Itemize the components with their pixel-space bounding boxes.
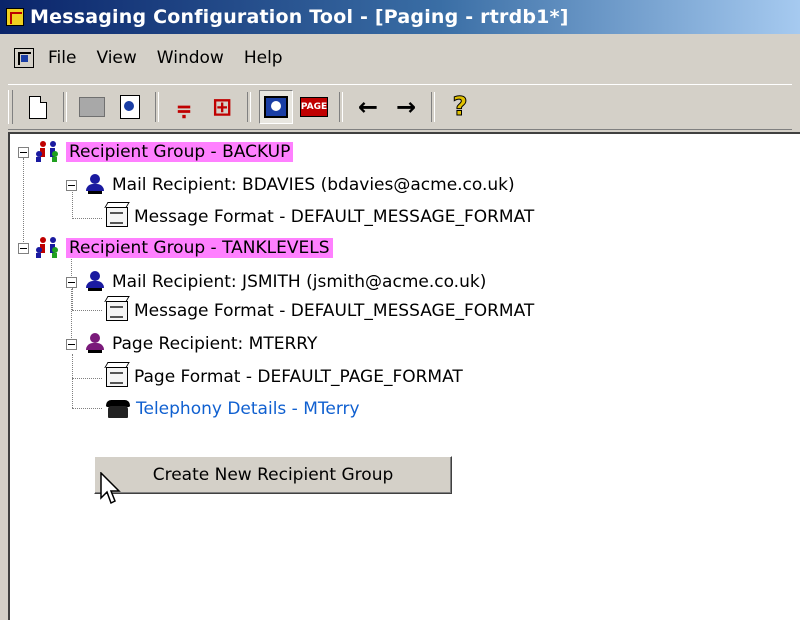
- page-recipient-icon: [84, 333, 106, 355]
- toolbar-separator: [339, 92, 343, 122]
- document-blue-icon: [120, 95, 140, 119]
- document-blue-button[interactable]: [113, 90, 147, 124]
- menu-bar: File View Window Help: [0, 40, 800, 76]
- toolbar-separator: [155, 92, 159, 122]
- collapse-toggle[interactable]: [18, 243, 29, 254]
- forward-arrow-icon: →: [395, 93, 417, 121]
- menu-help[interactable]: Help: [234, 48, 293, 68]
- tree-node-message-format-1[interactable]: Message Format - DEFAULT_MESSAGE_FORMAT: [106, 204, 534, 230]
- tree-node-label: Recipient Group - BACKUP: [66, 142, 294, 162]
- page-gray-button[interactable]: [75, 90, 109, 124]
- tree-line: [23, 158, 24, 252]
- message-format-icon: [106, 301, 128, 321]
- tree-node-label: Page Recipient: MTERRY: [112, 334, 318, 354]
- page-gray-icon: [79, 97, 105, 117]
- page-icon: PAGE: [300, 97, 328, 117]
- tree-node-label: Message Format - DEFAULT_MESSAGE_FORMAT: [134, 301, 535, 321]
- tree-line: [72, 192, 73, 219]
- recipient-group-icon: [34, 237, 62, 259]
- tree-node-page-format[interactable]: Page Format - DEFAULT_PAGE_FORMAT: [106, 364, 463, 390]
- tree-node-label: Page Format - DEFAULT_PAGE_FORMAT: [134, 367, 463, 387]
- help-button[interactable]: ?: [443, 90, 477, 124]
- red-tool-2-button[interactable]: ⊞: [205, 90, 239, 124]
- red-tool-icon: ⩦: [176, 93, 192, 121]
- tree-line: [72, 408, 102, 409]
- collapse-toggle[interactable]: [66, 180, 77, 191]
- toolbar: ⩦ ⊞ PAGE ← → ?: [8, 84, 792, 130]
- red-tool-button[interactable]: ⩦: [167, 90, 201, 124]
- window-title: Messaging Configuration Tool - [Paging -…: [30, 6, 569, 28]
- tree-node-label: Message Format - DEFAULT_MESSAGE_FORMAT: [134, 207, 535, 227]
- document-menu-icon[interactable]: [14, 48, 34, 68]
- new-document-icon: [29, 95, 47, 119]
- picture-blue-button[interactable]: [259, 90, 293, 124]
- page-button[interactable]: PAGE: [297, 90, 331, 124]
- tree-node-label: Telephony Details - MTerry: [136, 399, 360, 419]
- toolbar-separator: [63, 92, 67, 122]
- tree-node-group-tanklevels[interactable]: Recipient Group - TANKLEVELS: [34, 235, 333, 261]
- back-button[interactable]: ←: [351, 90, 385, 124]
- mail-recipient-icon: [84, 174, 106, 196]
- tree-node-telephony[interactable]: Telephony Details - MTerry: [106, 396, 360, 422]
- menu-view[interactable]: View: [86, 48, 146, 68]
- mail-recipient-icon: [84, 271, 106, 293]
- new-button[interactable]: [21, 90, 55, 124]
- tree-node-label: Mail Recipient: JSMITH (jsmith@acme.co.u…: [112, 272, 487, 292]
- recipient-group-icon: [34, 141, 62, 163]
- message-format-icon: [106, 207, 128, 227]
- red-tool-2-icon: ⊞: [211, 93, 233, 121]
- tree-line: [72, 310, 102, 311]
- app-icon[interactable]: [6, 8, 24, 26]
- tree-line: [72, 288, 73, 310]
- help-icon: ?: [452, 92, 468, 122]
- title-bar[interactable]: Messaging Configuration Tool - [Paging -…: [0, 0, 800, 34]
- tree-node-mail-bdavies[interactable]: Mail Recipient: BDAVIES (bdavies@acme.co…: [84, 172, 515, 198]
- tree-line: [72, 378, 102, 379]
- tree-node-label: Recipient Group - TANKLEVELS: [66, 238, 333, 258]
- forward-button[interactable]: →: [389, 90, 423, 124]
- collapse-toggle[interactable]: [66, 277, 77, 288]
- tree-node-mail-jsmith[interactable]: Mail Recipient: JSMITH (jsmith@acme.co.u…: [84, 269, 486, 295]
- toolbar-separator: [431, 92, 435, 122]
- picture-blue-icon: [264, 96, 288, 118]
- tree-node-page-mterry[interactable]: Page Recipient: MTERRY: [84, 331, 317, 357]
- toolbar-grip[interactable]: [8, 90, 13, 124]
- back-arrow-icon: ←: [357, 93, 379, 121]
- collapse-toggle[interactable]: [18, 147, 29, 158]
- create-new-recipient-group-button[interactable]: Create New Recipient Group: [94, 456, 452, 494]
- menu-file[interactable]: File: [38, 48, 86, 68]
- mouse-cursor-icon: [100, 472, 121, 505]
- collapse-toggle[interactable]: [66, 339, 77, 350]
- tree-node-label: Mail Recipient: BDAVIES (bdavies@acme.co…: [112, 175, 515, 195]
- page-format-icon: [106, 367, 128, 387]
- toolbar-separator: [247, 92, 251, 122]
- tree-line: [72, 218, 102, 219]
- menu-window[interactable]: Window: [147, 48, 234, 68]
- tree-node-group-backup[interactable]: Recipient Group - BACKUP: [34, 139, 294, 165]
- tree-line: [72, 354, 73, 408]
- tree-node-message-format-2[interactable]: Message Format - DEFAULT_MESSAGE_FORMAT: [106, 298, 534, 324]
- recipient-tree[interactable]: Recipient Group - BACKUP Mail Recipient:…: [8, 132, 800, 620]
- telephone-icon: [106, 399, 130, 419]
